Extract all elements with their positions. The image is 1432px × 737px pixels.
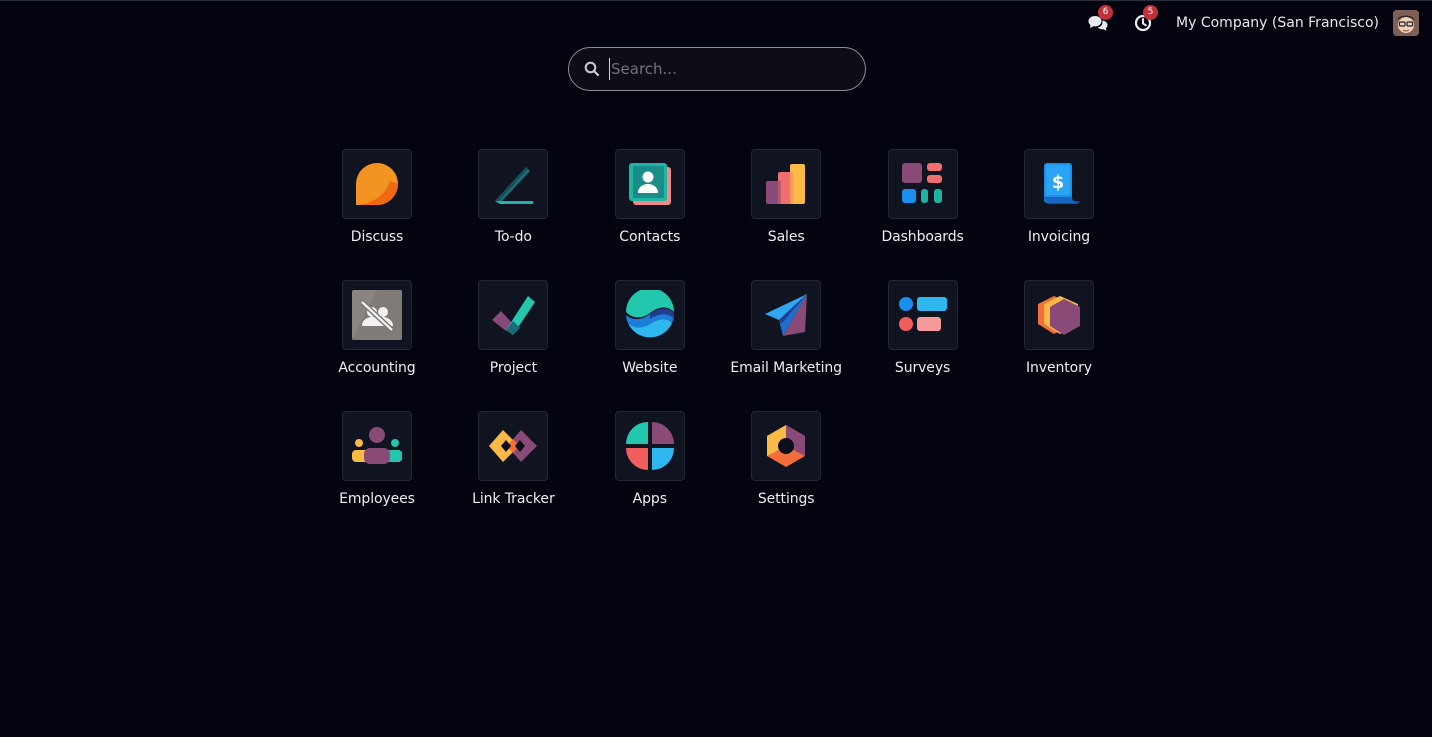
activities-button[interactable]: 5 — [1131, 5, 1159, 35]
app-label: Website — [622, 360, 678, 376]
email-marketing-icon — [765, 294, 808, 336]
app-tile — [751, 149, 822, 219]
apps-icon — [625, 422, 674, 470]
app-todo[interactable]: To-do — [468, 149, 558, 280]
todo-icon — [495, 167, 534, 204]
invoicing-icon: $ — [1043, 163, 1080, 204]
activities-badge: 5 — [1143, 5, 1159, 20]
app-link-tracker[interactable]: Link Tracker — [468, 411, 558, 542]
app-tile — [887, 280, 958, 350]
app-label: Surveys — [894, 360, 951, 376]
app-surveys[interactable]: Surveys — [878, 280, 968, 411]
app-tile — [614, 280, 685, 350]
app-label: Invoicing — [1027, 229, 1091, 245]
app-label: Sales — [767, 229, 805, 245]
app-tile: $ — [1023, 149, 1094, 219]
app-label: Email Marketing — [730, 360, 842, 376]
app-label: Settings — [757, 491, 815, 507]
app-accounting[interactable]: Accounting — [332, 280, 422, 411]
app-tile — [751, 411, 822, 481]
accounting-icon — [352, 290, 402, 340]
app-label: Dashboards — [881, 229, 964, 245]
dashboards-icon — [901, 163, 942, 203]
search-bar[interactable] — [568, 47, 866, 91]
search-icon — [584, 61, 600, 77]
settings-icon — [767, 425, 806, 467]
company-switcher[interactable]: My Company (San Francisco) — [1176, 15, 1379, 31]
app-label: Accounting — [338, 360, 416, 376]
top-border — [0, 0, 1432, 1]
search-input[interactable] — [609, 58, 843, 80]
surveys-icon — [898, 297, 947, 331]
project-icon — [492, 296, 536, 335]
website-icon — [625, 290, 674, 338]
app-website[interactable]: Website — [605, 280, 695, 411]
app-settings[interactable]: Settings — [741, 411, 831, 542]
app-label: Project — [489, 360, 537, 376]
app-dashboards[interactable]: Dashboards — [878, 149, 968, 280]
app-tile — [478, 411, 549, 481]
app-apps[interactable]: Apps — [605, 411, 695, 542]
app-label: To-do — [494, 229, 532, 245]
app-discuss[interactable]: Discuss — [332, 149, 422, 280]
app-contacts[interactable]: Contacts — [605, 149, 695, 280]
app-tile — [614, 149, 685, 219]
inventory-icon — [1037, 296, 1080, 335]
app-label: Employees — [339, 491, 415, 507]
employees-icon — [352, 427, 402, 464]
app-tile — [478, 280, 549, 350]
app-tile — [614, 411, 685, 481]
app-project[interactable]: Project — [468, 280, 558, 411]
app-sales[interactable]: Sales — [741, 149, 831, 280]
sales-icon — [766, 164, 806, 204]
app-tile — [342, 280, 412, 350]
app-invoicing[interactable]: $ Invoicing — [1014, 149, 1104, 280]
app-tile — [342, 149, 412, 219]
discuss-icon — [356, 163, 398, 205]
apps-grid: Discuss To-do Contacts Sales Dashboards … — [332, 149, 1150, 542]
app-tile — [478, 149, 549, 219]
app-email-marketing[interactable]: Email Marketing — [730, 280, 842, 411]
contacts-icon — [628, 163, 671, 205]
app-label: Discuss — [350, 229, 404, 245]
app-employees[interactable]: Employees — [332, 411, 422, 542]
app-tile — [1023, 280, 1094, 350]
link-tracker-icon — [489, 430, 538, 462]
svg-text:$: $ — [1052, 172, 1065, 193]
app-label: Contacts — [619, 229, 681, 245]
messages-button[interactable]: 6 — [1086, 5, 1114, 35]
user-avatar[interactable] — [1393, 10, 1419, 36]
messages-badge: 6 — [1098, 5, 1114, 20]
app-label: Inventory — [1025, 360, 1092, 376]
app-tile — [887, 149, 958, 219]
app-label: Link Tracker — [472, 491, 555, 507]
app-inventory[interactable]: Inventory — [1014, 280, 1104, 411]
app-tile — [751, 280, 822, 350]
app-label: Apps — [632, 491, 667, 507]
app-tile — [342, 411, 412, 481]
systray: 6 5 My Company (San Francisco) — [1086, 5, 1419, 38]
